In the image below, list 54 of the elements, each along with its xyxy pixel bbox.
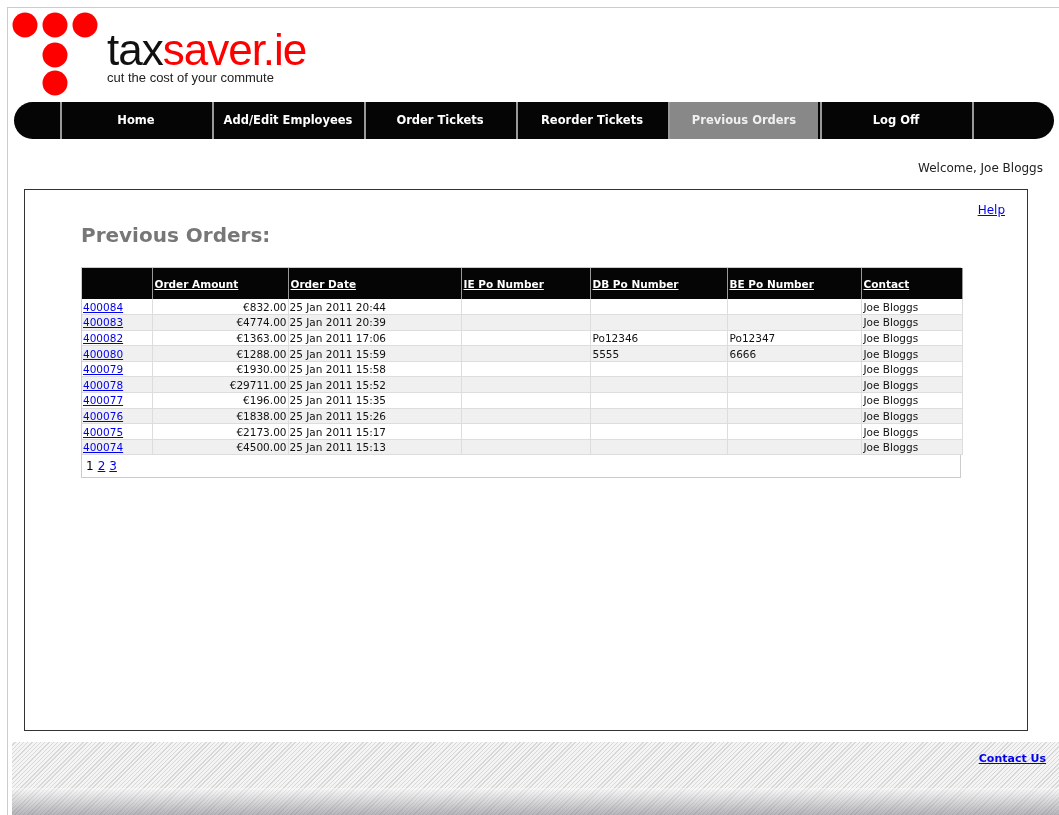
order-link[interactable]: 400082 <box>83 332 124 344</box>
order-link[interactable]: 400077 <box>83 394 124 407</box>
logo-tagline: cut the cost of your commute <box>107 70 275 86</box>
table-cell: 25 Jan 2011 15:35 <box>288 392 461 409</box>
page-link[interactable]: 3 <box>109 457 117 476</box>
table-cell: €196.00 <box>152 392 288 409</box>
table-cell: 25 Jan 2011 15:58 <box>288 361 461 377</box>
table-cell: Joe Bloggs <box>861 439 962 455</box>
table-cell: 25 Jan 2011 15:17 <box>288 423 461 440</box>
table-cell: 25 Jan 2011 15:26 <box>288 408 461 424</box>
table-cell: €4500.00 <box>152 439 288 455</box>
table-cell: Joe Bloggs <box>861 330 962 346</box>
logo-dots-icon <box>12 12 100 96</box>
table-cell: €1288.00 <box>152 345 288 362</box>
table-cell: €832.00 <box>152 299 288 315</box>
table-cell: Joe Bloggs <box>861 392 962 409</box>
table-cell: €1838.00 <box>152 408 288 424</box>
table-cell: €29711.00 <box>152 376 288 393</box>
order-link[interactable]: 400075 <box>83 425 124 438</box>
page-link[interactable]: 2 <box>97 457 106 476</box>
table-cell: 6666 <box>727 345 861 362</box>
order-link[interactable]: 400078 <box>83 378 124 391</box>
welcome-text: Welcome, Joe Bloggs <box>918 160 1043 177</box>
table-cell: €1363.00 <box>152 330 288 346</box>
table-cell: Joe Bloggs <box>861 361 962 377</box>
table-cell: 25 Jan 2011 20:44 <box>288 299 461 315</box>
order-link[interactable]: 400079 <box>83 363 124 376</box>
table-cell: Po12346 <box>590 330 727 346</box>
order-link[interactable]: 400080 <box>83 347 124 360</box>
help-link[interactable]: Help <box>977 201 1005 219</box>
current-page-number: 1 <box>86 458 94 476</box>
table-cell: Joe Bloggs <box>861 299 962 315</box>
order-link[interactable]: 400076 <box>83 409 124 422</box>
table-cell: 25 Jan 2011 15:13 <box>288 439 461 455</box>
order-link[interactable]: 400084 <box>83 300 124 313</box>
page-heading: Previous Orders: <box>81 222 272 249</box>
table-cell: Po12347 <box>727 330 861 346</box>
table-cell: 5555 <box>590 345 727 362</box>
table-cell: 25 Jan 2011 15:52 <box>288 376 461 393</box>
table-cell: 25 Jan 2011 20:39 <box>288 314 461 331</box>
table-cell: Joe Bloggs <box>861 314 962 331</box>
table-cell: Joe Bloggs <box>861 423 962 440</box>
logo-wordmark: taxsaver.ie <box>107 30 307 70</box>
table-cell: 25 Jan 2011 17:06 <box>288 330 461 346</box>
order-link[interactable]: 400083 <box>83 316 124 329</box>
table-cell: Joe Bloggs <box>861 376 962 393</box>
table-cell: Joe Bloggs <box>861 345 962 362</box>
table-cell: 25 Jan 2011 15:59 <box>288 345 461 362</box>
table-cell: Joe Bloggs <box>861 408 962 424</box>
table-cell: €4774.00 <box>152 314 288 331</box>
order-link[interactable]: 400074 <box>83 441 124 454</box>
table-cell: €2173.00 <box>152 423 288 440</box>
table-cell: €1930.00 <box>152 361 288 377</box>
contact-us-link[interactable]: Contact Us <box>978 751 1046 768</box>
